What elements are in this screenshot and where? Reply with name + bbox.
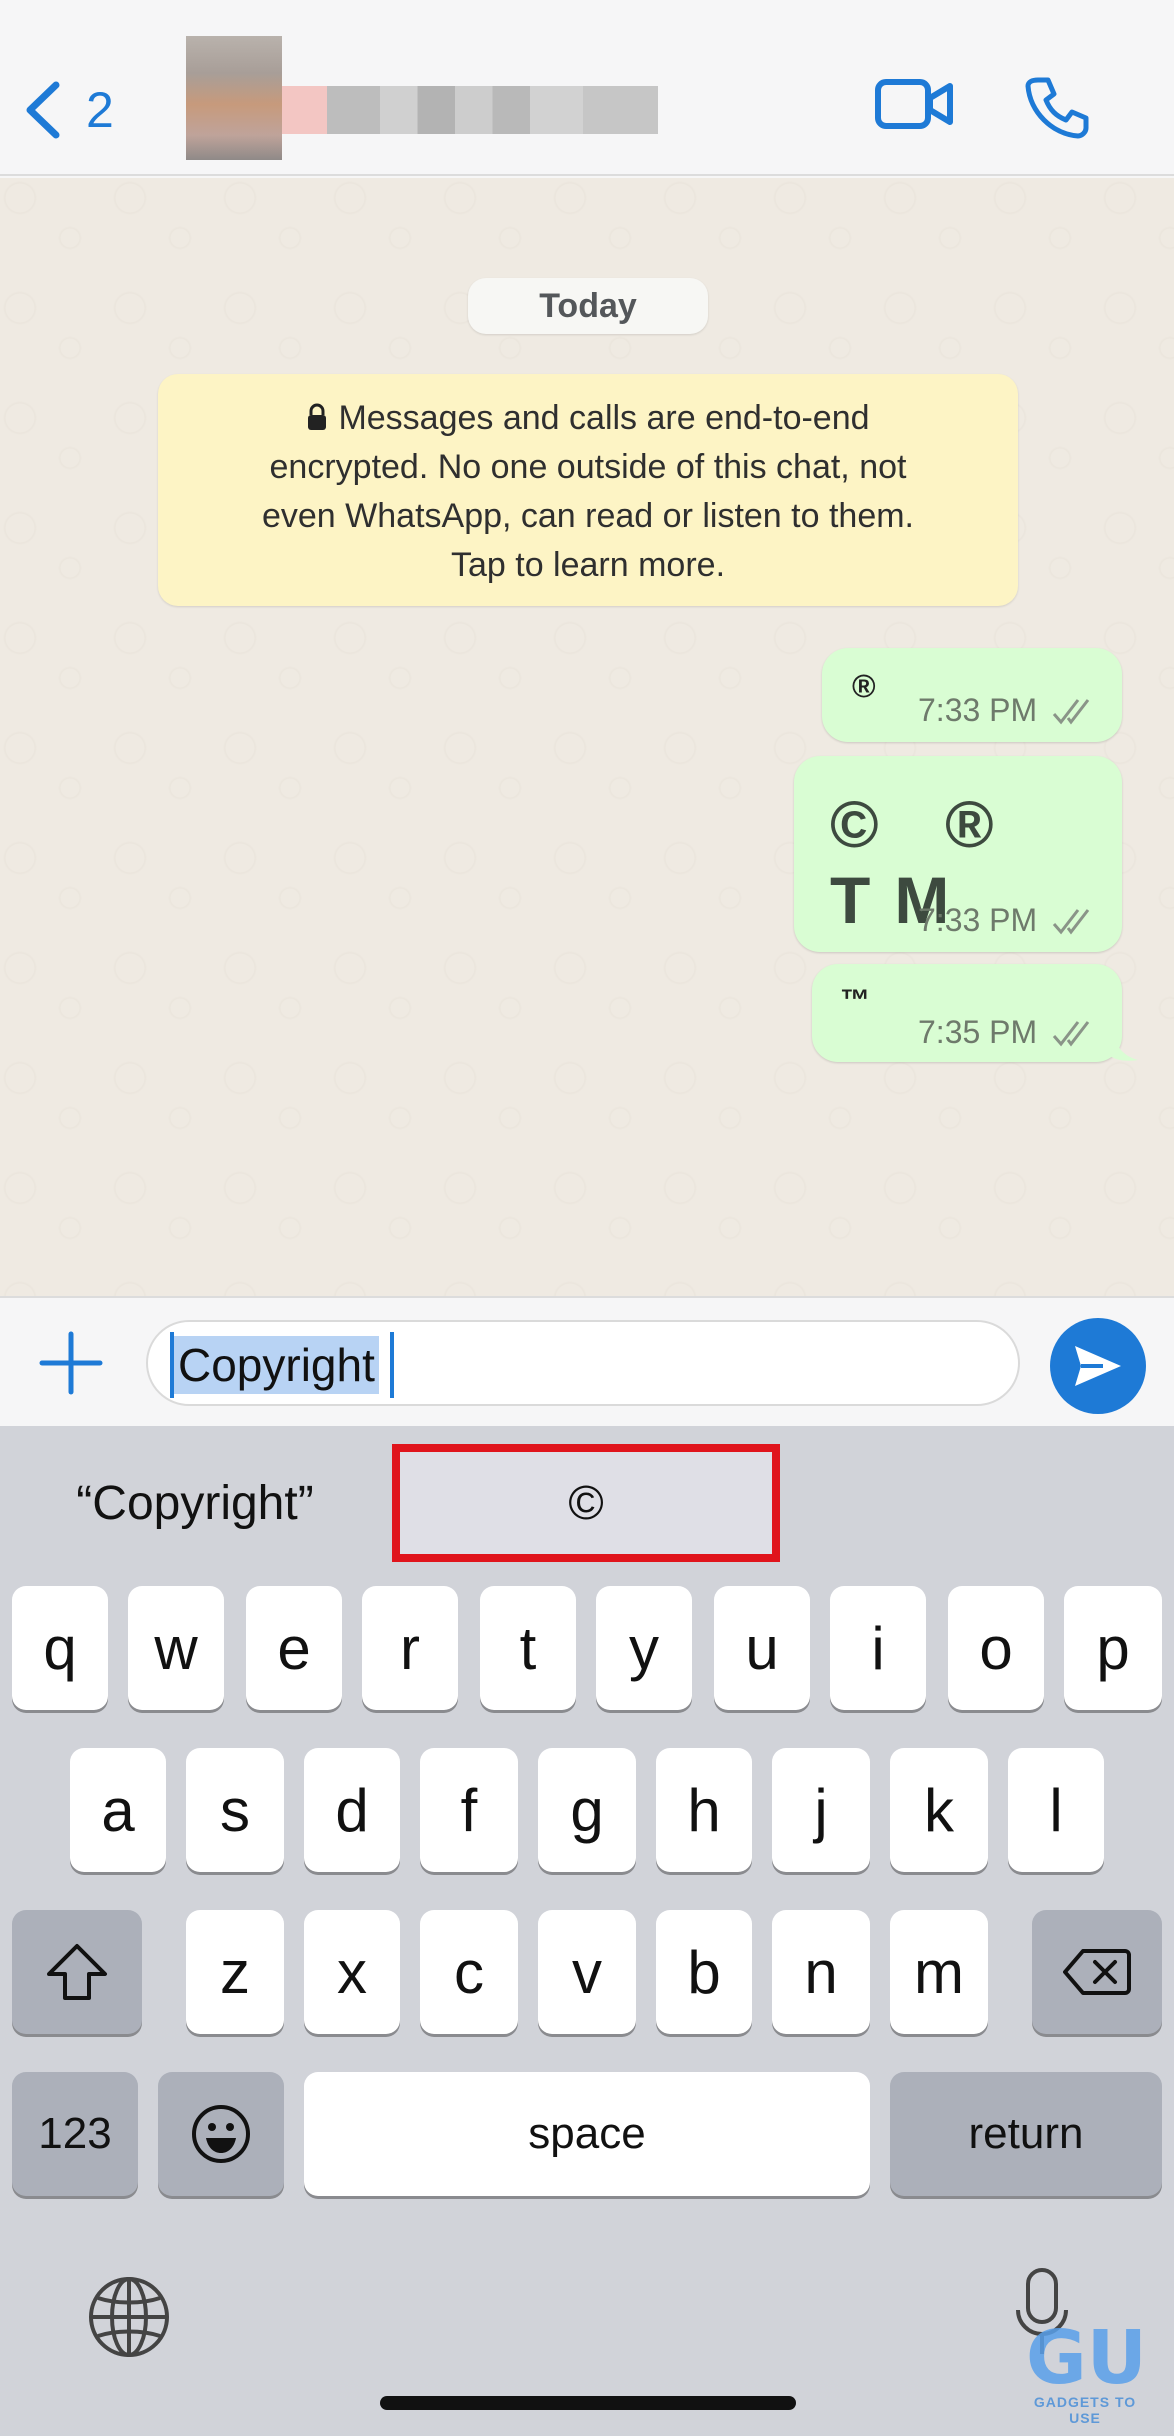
space-key[interactable]: space: [304, 2072, 870, 2196]
message-text: ™: [840, 984, 870, 1017]
key-j[interactable]: j: [772, 1748, 870, 1872]
ios-keyboard: “Copyright” © q w e r t y u i o p a s d …: [0, 1426, 1174, 2436]
emoji-key[interactable]: [158, 2072, 284, 2196]
globe-icon[interactable]: [86, 2274, 172, 2360]
message-input[interactable]: Copyright: [146, 1320, 1133, 1406]
key-t[interactable]: t: [480, 1586, 576, 1710]
encryption-notice[interactable]: Messages and calls are end-to-end encryp…: [158, 374, 1018, 606]
key-r[interactable]: r: [362, 1586, 458, 1710]
key-p[interactable]: p: [1064, 1586, 1162, 1710]
bubble-tail: [1108, 1014, 1138, 1061]
send-button[interactable]: [1050, 1318, 1146, 1414]
plus-icon[interactable]: [38, 1330, 104, 1396]
key-k[interactable]: k: [890, 1748, 988, 1872]
read-ticks-icon: [1052, 909, 1090, 935]
key-o[interactable]: o: [948, 1586, 1044, 1710]
message-composer: Copyright: [0, 1296, 1174, 1426]
notice-line: Tap to learn more.: [450, 546, 726, 584]
watermark-text: GADGETS TO USE: [1033, 2394, 1137, 2426]
selection-handle-start[interactable]: [170, 1332, 174, 1398]
chat-area[interactable]: Today Messages and calls are end-to-end …: [0, 178, 1174, 1296]
message-time: 7:33 PM: [918, 692, 1038, 728]
date-separator: Today: [468, 278, 708, 334]
key-z[interactable]: z: [186, 1910, 284, 2034]
key-b[interactable]: b: [656, 1910, 752, 2034]
key-i[interactable]: i: [830, 1586, 926, 1710]
suggestion-copyright-symbol[interactable]: ©: [392, 1444, 780, 1562]
key-y[interactable]: y: [596, 1586, 692, 1710]
watermark-logo: GU GADGETS TO USE: [1020, 2316, 1150, 2426]
key-l[interactable]: l: [1008, 1748, 1104, 1872]
key-f[interactable]: f: [420, 1748, 518, 1872]
key-a[interactable]: a: [70, 1748, 166, 1872]
lock-icon: [308, 403, 327, 430]
key-h[interactable]: h: [656, 1748, 752, 1872]
shift-key[interactable]: [12, 1910, 142, 2034]
key-u[interactable]: u: [714, 1586, 810, 1710]
contact-avatar[interactable]: [186, 36, 282, 160]
home-indicator[interactable]: [380, 2396, 796, 2410]
numbers-key[interactable]: 123: [12, 2072, 138, 2196]
send-icon: [1075, 1346, 1121, 1386]
notice-line: Messages and calls are end-to-end: [196, 394, 980, 443]
shift-icon: [47, 1944, 107, 2000]
notice-line: encrypted. No one outside of this chat, …: [269, 448, 907, 486]
backspace-icon: [1063, 1949, 1131, 1995]
chat-header: 2: [0, 0, 1174, 176]
contact-name-blurred[interactable]: [282, 86, 658, 134]
key-g[interactable]: g: [538, 1748, 636, 1872]
selected-input-text[interactable]: Copyright: [174, 1336, 379, 1394]
key-q[interactable]: q: [12, 1586, 108, 1710]
return-key[interactable]: return: [890, 2072, 1162, 2196]
key-m[interactable]: m: [890, 1910, 988, 2034]
backspace-key[interactable]: [1032, 1910, 1162, 2034]
back-button[interactable]: 2: [22, 70, 142, 150]
message-time: 7:35 PM: [918, 1014, 1038, 1050]
message-time: 7:33 PM: [918, 902, 1038, 938]
video-camera-icon[interactable]: [874, 76, 954, 132]
chevron-left-icon: [26, 81, 60, 139]
phone-icon[interactable]: [1024, 74, 1090, 140]
read-ticks-icon: [1052, 699, 1090, 725]
key-w[interactable]: w: [128, 1586, 224, 1710]
key-x[interactable]: x: [304, 1910, 400, 2034]
key-n[interactable]: n: [772, 1910, 870, 2034]
key-d[interactable]: d: [304, 1748, 400, 1872]
message-text: ®: [852, 668, 876, 704]
key-c[interactable]: c: [420, 1910, 518, 2034]
selection-handle-end[interactable]: [390, 1332, 394, 1398]
suggestion-literal[interactable]: “Copyright”: [0, 1444, 390, 1562]
emoji-icon: [192, 2105, 250, 2163]
outgoing-message[interactable]: ® 7:33 PM: [822, 648, 1122, 742]
outgoing-message[interactable]: © ® TM 7:33 PM: [794, 756, 1122, 952]
key-s[interactable]: s: [186, 1748, 284, 1872]
notice-line: even WhatsApp, can read or listen to the…: [261, 497, 914, 535]
key-v[interactable]: v: [538, 1910, 636, 2034]
outgoing-message[interactable]: ™ 7:35 PM: [812, 964, 1122, 1062]
key-e[interactable]: e: [246, 1586, 342, 1710]
read-ticks-icon: [1052, 1021, 1090, 1047]
unread-count: 2: [86, 82, 114, 138]
